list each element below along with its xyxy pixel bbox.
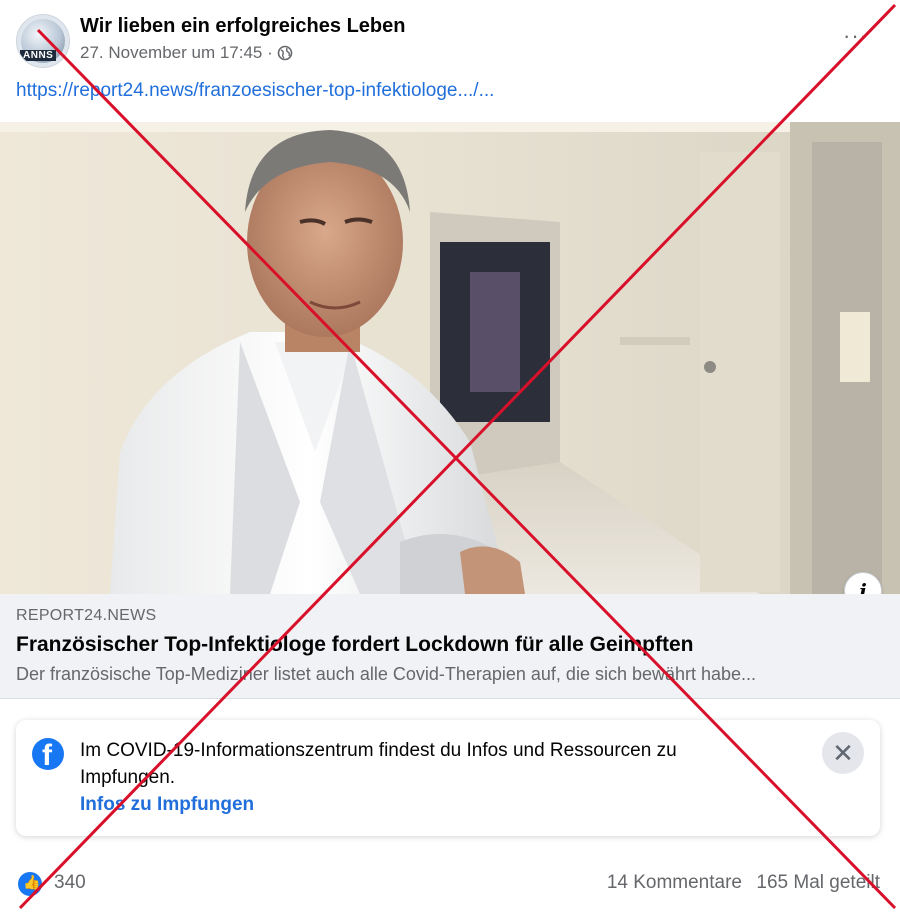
post-meta: 27. November um 17:45 · [80,43,293,63]
vaccine-info-link[interactable]: Infos zu Impfungen [80,794,254,816]
post-timestamp[interactable]: 27. November um 17:45 · [80,43,273,63]
post-link[interactable]: https://report24.news/franzoesischer-top… [16,80,494,102]
post-footer: 👍 340 14 Kommentare 165 Mal geteilt [0,862,900,902]
avatar-logo-text: ANNS [20,50,57,61]
page-avatar[interactable]: ANNS [16,14,70,68]
close-icon[interactable]: ✕ [822,732,864,774]
doctor-photo [0,122,900,594]
post-header: ANNS Wir lieben ein erfolgreiches Leben … [0,0,900,80]
preview-title[interactable]: Französischer Top-Infektiologe fordert L… [16,633,694,657]
page-name[interactable]: Wir lieben ein erfolgreiches Leben [80,15,405,38]
more-options-icon[interactable]: ··· [843,25,868,47]
share-count[interactable]: 165 Mal geteilt [756,872,880,894]
like-reaction-icon: 👍 [18,872,42,896]
preview-domain: REPORT24.NEWS [16,607,157,624]
covid-info-text: Im COVID-19-Informationszentrum findest … [80,740,677,788]
covid-info-card: f Im COVID-19-Informationszentrum findes… [16,720,880,836]
reaction-count[interactable]: 340 [54,872,86,894]
link-preview[interactable]: REPORT24.NEWS Französischer Top-Infektio… [0,594,900,699]
preview-description: Der französische Top-Mediziner listet au… [16,664,757,684]
link-preview-image[interactable] [0,122,900,594]
facebook-icon: f [32,738,64,772]
comment-count[interactable]: 14 Kommentare [607,872,742,894]
globe-icon [277,45,293,61]
